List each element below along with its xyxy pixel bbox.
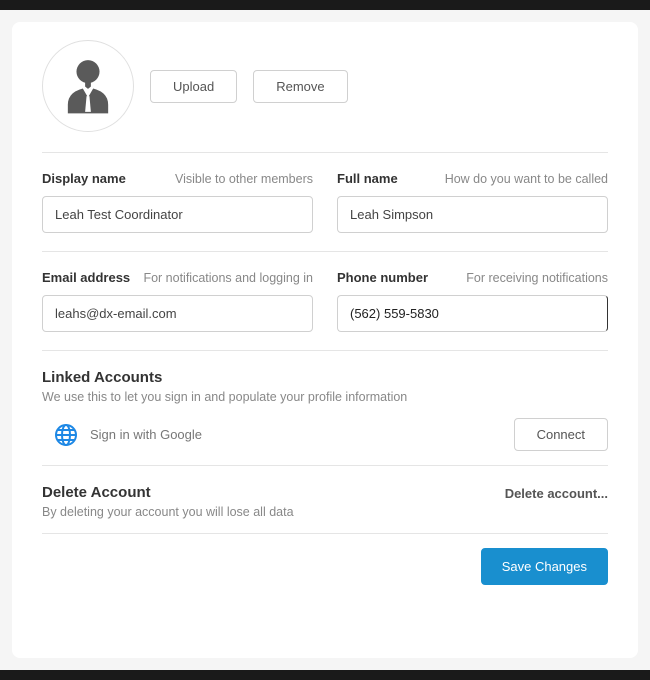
delete-account-section: Delete Account By deleting your account … <box>42 466 608 534</box>
linked-accounts-title: Linked Accounts <box>42 369 608 386</box>
globe-icon <box>54 423 78 447</box>
google-label: Sign in with Google <box>90 427 202 442</box>
delete-account-link[interactable]: Delete account... <box>505 484 608 501</box>
delete-account-title: Delete Account <box>42 484 505 501</box>
connect-button[interactable]: Connect <box>514 418 608 451</box>
phone-label: Phone number <box>337 270 428 285</box>
email-label: Email address <box>42 270 130 285</box>
phone-input[interactable] <box>337 295 608 332</box>
linked-accounts-desc: We use this to let you sign in and popul… <box>42 390 608 404</box>
profile-settings-card: Upload Remove Display name Visible to ot… <box>12 22 638 658</box>
linked-accounts-section: Linked Accounts We use this to let you s… <box>42 351 608 466</box>
email-hint: For notifications and logging in <box>143 271 313 285</box>
avatar-section: Upload Remove <box>42 40 608 153</box>
email-input[interactable] <box>42 295 313 332</box>
save-changes-button[interactable]: Save Changes <box>481 548 608 585</box>
display-name-label: Display name <box>42 171 126 186</box>
upload-button[interactable]: Upload <box>150 70 237 103</box>
full-name-hint: How do you want to be called <box>445 172 608 186</box>
display-name-hint: Visible to other members <box>175 172 313 186</box>
phone-hint: For receiving notifications <box>466 271 608 285</box>
save-row: Save Changes <box>42 534 608 585</box>
person-silhouette-icon <box>52 50 124 122</box>
full-name-label: Full name <box>337 171 398 186</box>
avatar[interactable] <box>42 40 134 132</box>
full-name-input[interactable] <box>337 196 608 233</box>
google-provider: Sign in with Google <box>42 423 202 447</box>
delete-account-desc: By deleting your account you will lose a… <box>42 505 505 519</box>
contact-row: Email address For notifications and logg… <box>42 252 608 351</box>
remove-button[interactable]: Remove <box>253 70 347 103</box>
name-row: Display name Visible to other members Fu… <box>42 153 608 252</box>
display-name-input[interactable] <box>42 196 313 233</box>
